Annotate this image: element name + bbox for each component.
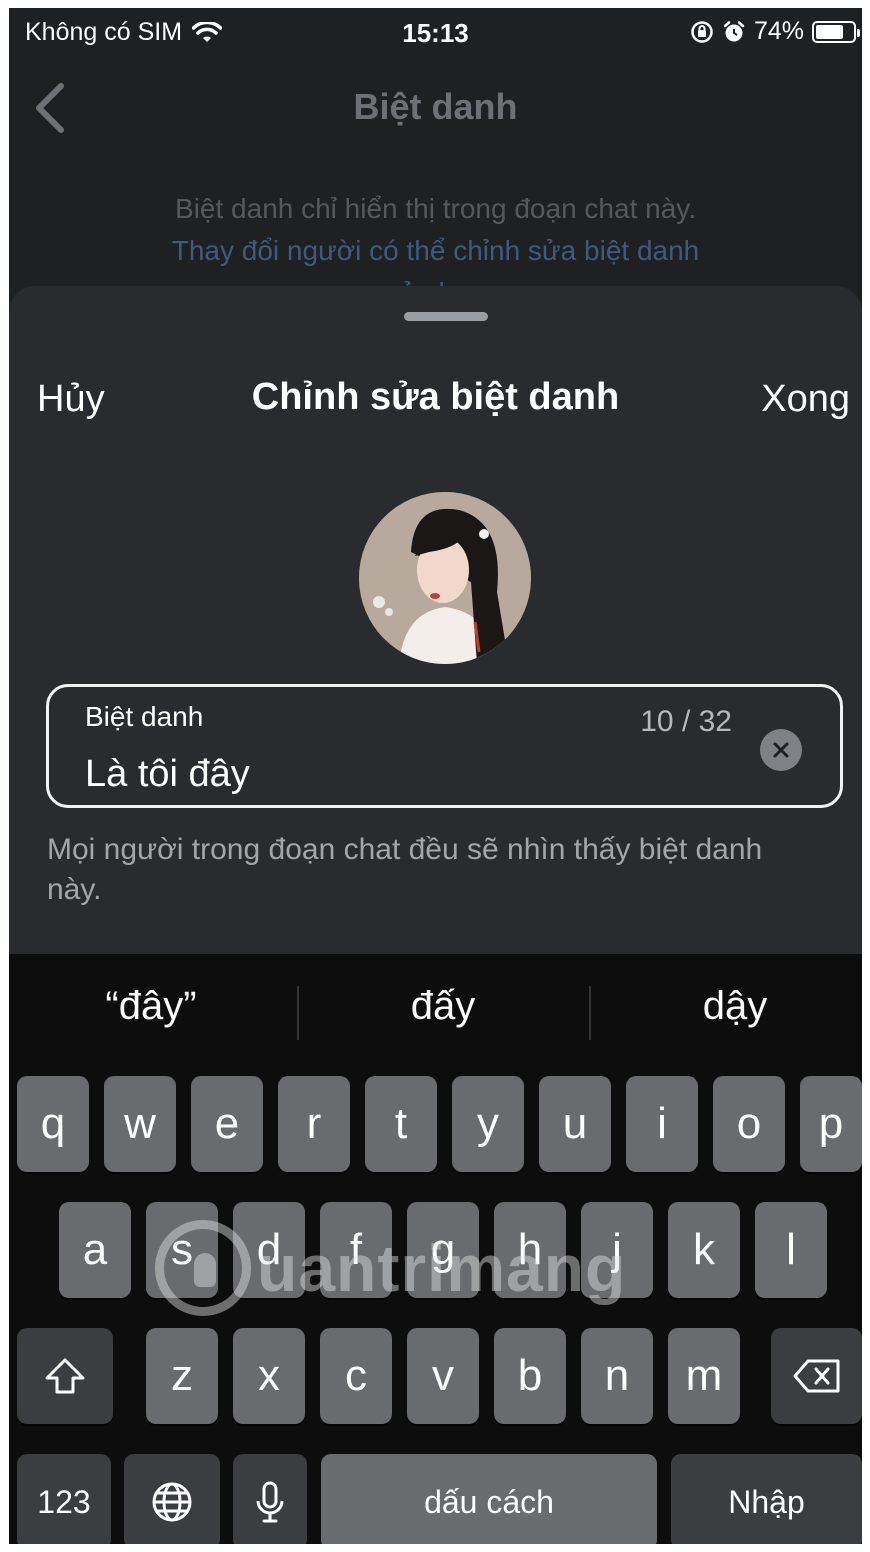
- key-o[interactable]: o: [713, 1076, 785, 1172]
- battery-percent: 74%: [753, 17, 804, 45]
- battery-icon: [812, 20, 860, 43]
- shift-key[interactable]: [17, 1328, 113, 1424]
- key-n[interactable]: n: [581, 1328, 653, 1424]
- globe-key[interactable]: [124, 1454, 220, 1544]
- avatar: [359, 492, 531, 664]
- return-key[interactable]: Nhập: [671, 1454, 862, 1544]
- suggestion-2[interactable]: đấy: [301, 984, 585, 1029]
- space-key[interactable]: dấu cách: [321, 1454, 657, 1544]
- key-i[interactable]: i: [626, 1076, 698, 1172]
- status-right: 74%: [690, 17, 860, 46]
- key-d[interactable]: d: [233, 1202, 305, 1298]
- key-k[interactable]: k: [668, 1202, 740, 1298]
- clear-button[interactable]: [760, 729, 802, 771]
- key-u[interactable]: u: [539, 1076, 611, 1172]
- background-description-text: Biệt danh chỉ hiển thị trong đoạn chat n…: [175, 193, 696, 224]
- suggestion-divider: [589, 986, 591, 1040]
- key-j[interactable]: j: [581, 1202, 653, 1298]
- key-b[interactable]: b: [494, 1328, 566, 1424]
- suggestion-divider: [297, 986, 299, 1040]
- character-counter: 10 / 32: [640, 705, 732, 738]
- suggestion-3[interactable]: dậy: [593, 984, 862, 1029]
- battery-fill: [816, 24, 843, 39]
- background-page-title: Biệt danh: [353, 86, 518, 127]
- key-h[interactable]: h: [494, 1202, 566, 1298]
- sheet-grabber[interactable]: [404, 312, 488, 321]
- background-header: Biệt danh: [9, 60, 862, 156]
- key-y[interactable]: y: [452, 1076, 524, 1172]
- globe-icon: [152, 1482, 192, 1522]
- key-f[interactable]: f: [320, 1202, 392, 1298]
- key-l[interactable]: l: [755, 1202, 827, 1298]
- suggestion-bar: “đây” đấy dậy: [9, 954, 862, 1070]
- close-icon: [773, 742, 789, 758]
- key-a[interactable]: a: [59, 1202, 131, 1298]
- key-t[interactable]: t: [365, 1076, 437, 1172]
- suggestion-1[interactable]: “đây”: [9, 984, 293, 1029]
- numbers-key[interactable]: 123: [17, 1454, 111, 1544]
- key-z[interactable]: z: [146, 1328, 218, 1424]
- nickname-field[interactable]: Biệt danh 10 / 32 Là tôi đây: [46, 684, 843, 808]
- key-v[interactable]: v: [407, 1328, 479, 1424]
- key-s[interactable]: s: [146, 1202, 218, 1298]
- nickname-input[interactable]: Là tôi đây: [85, 753, 250, 796]
- key-c[interactable]: c: [320, 1328, 392, 1424]
- edit-permission-link[interactable]: Thay đổi người có thể chỉnh sửa biệt dan…: [69, 230, 802, 272]
- shift-icon: [45, 1358, 85, 1394]
- microphone-icon: [256, 1481, 284, 1523]
- status-bar: Không có SIM 15:13 74%: [9, 8, 862, 60]
- helper-text: Mọi người trong đoạn chat đều sẽ nhìn th…: [47, 833, 763, 906]
- done-button[interactable]: Xong: [761, 378, 850, 421]
- key-e[interactable]: e: [191, 1076, 263, 1172]
- backspace-icon: [793, 1359, 839, 1393]
- avatar-illustration: [359, 492, 531, 664]
- phone-screen: Không có SIM 15:13 74% Biệt danh Biệt da…: [9, 8, 862, 1544]
- nickname-field-label: Biệt danh: [85, 701, 204, 732]
- key-m[interactable]: m: [668, 1328, 740, 1424]
- key-g[interactable]: g: [407, 1202, 479, 1298]
- key-w[interactable]: w: [104, 1076, 176, 1172]
- key-r[interactable]: r: [278, 1076, 350, 1172]
- microphone-key[interactable]: [233, 1454, 307, 1544]
- key-q[interactable]: q: [17, 1076, 89, 1172]
- key-x[interactable]: x: [233, 1328, 305, 1424]
- backspace-key[interactable]: [771, 1328, 862, 1424]
- edit-nickname-sheet: Hủy Chỉnh sửa biệt danh Xong Biệt danh 1…: [9, 286, 862, 986]
- keyboard: “đây” đấy dậy q w e r t y u i o p a s d …: [9, 954, 862, 1544]
- sheet-title: Chỉnh sửa biệt danh: [251, 376, 620, 418]
- key-p[interactable]: p: [800, 1076, 862, 1172]
- rotation-lock-icon: [691, 20, 713, 43]
- alarm-icon: [723, 20, 745, 41]
